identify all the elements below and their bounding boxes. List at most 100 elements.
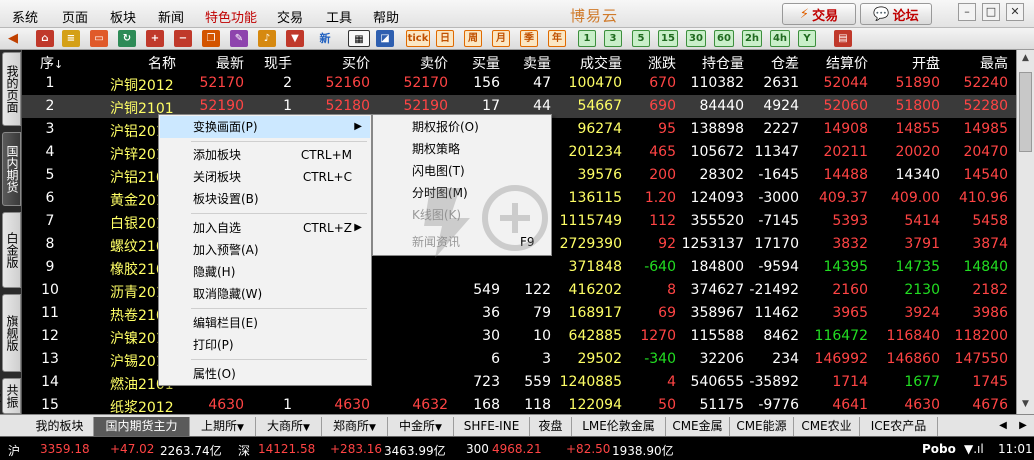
menu-help[interactable]: 帮助 [373, 7, 399, 26]
tab-cme-energy[interactable]: CME能源 [730, 417, 794, 436]
chart-icon[interactable]: ◪ [376, 30, 394, 47]
side-tab-resonance[interactable]: 共振版 [0, 378, 21, 414]
menu-system[interactable]: 系统 [12, 7, 38, 26]
period-week-button[interactable]: 周 [464, 30, 482, 47]
sub-option-strategy[interactable]: 期权策略 [374, 138, 550, 160]
tab-cme-agri[interactable]: CME农业 [794, 417, 860, 436]
tab-ice-agri[interactable]: ICE农产品 [860, 417, 938, 436]
card-icon[interactable]: ▭ [90, 30, 108, 47]
refresh-icon[interactable]: ↻ [118, 30, 136, 47]
col-total-header[interactable]: 成交量 [552, 53, 622, 73]
tab-night[interactable]: 夜盘 [530, 417, 572, 436]
menu-sector[interactable]: 板块 [110, 7, 136, 26]
ctx-switch-view[interactable]: 变换画面(P) ▶ [160, 116, 370, 138]
menu-trade[interactable]: 交易 [277, 7, 303, 26]
period-15-button[interactable]: 15 [658, 30, 678, 47]
col-last-header[interactable]: 最新 [172, 53, 244, 73]
col-vol-header[interactable]: 现手 [248, 53, 292, 73]
trade-button[interactable]: ⚡ 交易 [782, 3, 856, 25]
col-bid-qty-header[interactable]: 买量 [452, 53, 500, 73]
side-tab-platinum[interactable]: 白金版 [2, 212, 21, 288]
scroll-thumb[interactable] [1019, 72, 1032, 152]
menu-special[interactable]: 特色功能 [205, 7, 257, 26]
ctx-edit-columns[interactable]: 编辑栏目(E) [160, 312, 370, 334]
sub-news[interactable]: 新闻资讯 F9 [374, 231, 550, 253]
close-button[interactable]: ✕ [1006, 3, 1024, 21]
bell-icon[interactable]: ♪ [258, 30, 276, 47]
col-change-header[interactable]: 涨跌 [624, 53, 676, 73]
ctx-hide[interactable]: 隐藏(H) [160, 261, 370, 283]
notepad-icon[interactable]: ▤ [834, 30, 852, 47]
tab-dce[interactable]: 大商所▼ [256, 417, 322, 436]
tab-scroll-left-icon[interactable]: ◀ [994, 417, 1012, 436]
zoom-in-icon[interactable]: + [146, 30, 164, 47]
tab-domestic-main[interactable]: 国内期货主力 [94, 417, 190, 436]
period-2h-button[interactable]: 2h [742, 30, 762, 47]
ctx-properties[interactable]: 属性(O) [160, 363, 370, 385]
side-tab-domestic-futures[interactable]: 国内期货 [2, 132, 21, 206]
menu-news[interactable]: 新闻 [158, 7, 184, 26]
period-1-button[interactable]: 1 [578, 30, 596, 47]
scroll-down-icon[interactable]: ▼ [1019, 398, 1032, 411]
vertical-scrollbar[interactable]: ▲ ▼ [1016, 50, 1034, 414]
side-tab-flagship[interactable]: 旗舰版 [2, 294, 21, 372]
ctx-add-watchlist[interactable]: 加入自选 CTRL+Z ▶ [160, 217, 370, 239]
sub-kline-chart[interactable]: K线图(K) [374, 204, 550, 226]
tab-lme[interactable]: LME伦敦金属 [572, 417, 666, 436]
tab-my-sector[interactable]: 我的板块 [26, 417, 94, 436]
zoom-out-icon[interactable]: − [174, 30, 192, 47]
forum-button[interactable]: 💬 论坛 [860, 3, 932, 25]
period-quarter-button[interactable]: 季 [520, 30, 538, 47]
tick-button[interactable]: tick [406, 30, 430, 47]
tab-cme-metals[interactable]: CME金属 [666, 417, 730, 436]
col-open-header[interactable]: 开盘 [870, 53, 940, 73]
edit-icon[interactable]: ✎ [230, 30, 248, 47]
menu-page[interactable]: 页面 [62, 7, 88, 26]
period-5-button[interactable]: 5 [632, 30, 650, 47]
period-60-button[interactable]: 60 [714, 30, 734, 47]
period-day-button[interactable]: 日 [436, 30, 454, 47]
side-tab-my-page[interactable]: 我的页面 [2, 52, 21, 126]
tab-czce[interactable]: 郑商所▼ [322, 417, 388, 436]
ctx-unhide[interactable]: 取消隐藏(W) [160, 283, 370, 305]
sub-option-quote[interactable]: 期权报价(O) [374, 116, 550, 138]
database-icon[interactable]: ≡ [62, 30, 80, 47]
ctx-add-alert[interactable]: 加入预警(A) [160, 239, 370, 261]
period-4h-button[interactable]: 4h [770, 30, 790, 47]
ctx-sector-settings[interactable]: 板块设置(B) [160, 188, 370, 210]
col-settle-header[interactable]: 结算价 [802, 53, 868, 73]
home-icon[interactable]: ⌂ [36, 30, 54, 47]
col-oi-header[interactable]: 持仓量 [678, 53, 744, 73]
tab-scroll-right-icon[interactable]: ▶ [1014, 417, 1032, 436]
window-icon[interactable]: ❐ [202, 30, 220, 47]
col-high-header[interactable]: 最高 [942, 53, 1008, 73]
col-oi-change-header[interactable]: 仓差 [746, 53, 799, 73]
period-3-button[interactable]: 3 [604, 30, 622, 47]
tab-shfe[interactable]: 上期所▼ [190, 417, 256, 436]
tab-cffex[interactable]: 中金所▼ [388, 417, 454, 436]
maximize-button[interactable]: □ [982, 3, 1000, 21]
new-icon[interactable]: 新 [314, 30, 336, 47]
minimize-button[interactable]: – [958, 3, 976, 21]
col-ask-qty-header[interactable]: 卖量 [502, 53, 551, 73]
period-month-button[interactable]: 月 [492, 30, 510, 47]
filter-icon[interactable]: ▼ [286, 30, 304, 47]
col-bid-header[interactable]: 买价 [296, 53, 370, 73]
ctx-add-sector[interactable]: 添加板块 CTRL+M [160, 144, 370, 166]
col-seq-header[interactable]: 序↓ [40, 53, 63, 73]
sub-intraday-chart[interactable]: 分时图(M) [374, 182, 550, 204]
ctx-print[interactable]: 打印(P) [160, 334, 370, 356]
back-arrow-icon[interactable]: ◀ [4, 30, 22, 47]
table-row[interactable]: 1 沪铜2012 52170 2 52160 52170 156 47 100470 670 110… [22, 72, 1016, 95]
table-view-icon[interactable]: ▦ [348, 30, 370, 47]
scroll-up-icon[interactable]: ▲ [1019, 52, 1032, 65]
period-30-button[interactable]: 30 [686, 30, 706, 47]
ctx-close-sector[interactable]: 关闭板块 CTRL+C [160, 166, 370, 188]
tab-shfe-ine[interactable]: SHFE-INE [454, 417, 530, 436]
table-row[interactable]: 15 纸浆2012 4630 1 4630 4632 168 118 122094 50 51175… [22, 394, 1016, 414]
period-year-button[interactable]: 年 [548, 30, 566, 47]
menu-tools[interactable]: 工具 [326, 7, 352, 26]
col-ask-header[interactable]: 卖价 [380, 53, 448, 73]
period-y-button[interactable]: Y [798, 30, 816, 47]
sub-flash-chart[interactable]: 闪电图(T) [374, 160, 550, 182]
